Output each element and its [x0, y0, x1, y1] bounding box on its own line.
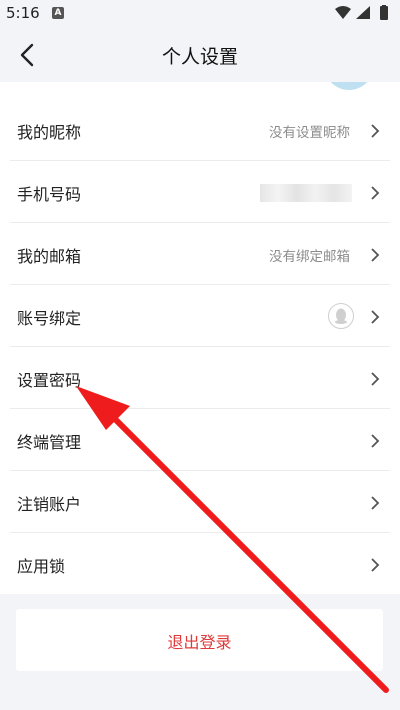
battery-icon: [380, 6, 388, 20]
chevron-right-icon: [371, 558, 380, 572]
signal-icon: [356, 6, 370, 19]
row-label: 我的邮箱: [17, 247, 82, 266]
row-label: 应用锁: [17, 557, 66, 576]
row-set-password[interactable]: 设置密码: [0, 348, 400, 409]
status-icons: [335, 5, 388, 20]
row-phone[interactable]: 手机号码: [0, 162, 400, 223]
chevron-right-icon: [371, 310, 380, 324]
logout-label: 退出登录: [167, 633, 232, 652]
row-device-management[interactable]: 终端管理: [0, 410, 400, 471]
avatar[interactable]: [324, 82, 374, 90]
row-label: 手机号码: [17, 185, 82, 204]
status-bar: 5:16 A: [0, 0, 400, 26]
phone-number-redacted: [260, 184, 352, 202]
logout-button[interactable]: 退出登录: [16, 609, 383, 671]
row-label: 我的昵称: [17, 123, 82, 142]
divider: [10, 284, 390, 285]
row-nickname[interactable]: 我的昵称 没有设置昵称: [0, 100, 400, 161]
settings-list: 我的昵称 没有设置昵称 手机号码 我的邮箱 没有绑定邮箱 账号绑定 设置密码 终…: [0, 82, 400, 594]
page-title: 个人设置: [161, 46, 238, 68]
divider: [10, 532, 390, 533]
divider: [10, 470, 390, 471]
row-label: 设置密码: [17, 371, 82, 390]
row-value: 没有绑定邮箱: [269, 249, 350, 265]
row-account-binding[interactable]: 账号绑定: [0, 286, 400, 347]
notification-badge: A: [52, 7, 64, 19]
qq-penguin-icon: [328, 303, 354, 329]
row-delete-account[interactable]: 注销账户: [0, 472, 400, 533]
divider: [10, 160, 390, 161]
row-label: 终端管理: [17, 433, 82, 452]
divider: [10, 408, 390, 409]
chevron-right-icon: [371, 124, 380, 138]
chevron-right-icon: [371, 496, 380, 510]
divider: [10, 346, 390, 347]
chevron-right-icon: [371, 248, 380, 262]
row-label: 注销账户: [17, 495, 82, 514]
row-email[interactable]: 我的邮箱 没有绑定邮箱: [0, 224, 400, 285]
status-time: 5:16: [6, 4, 40, 22]
chevron-right-icon: [371, 186, 380, 200]
row-value: 没有设置昵称: [269, 125, 350, 141]
row-app-lock[interactable]: 应用锁: [0, 534, 400, 594]
divider: [10, 222, 390, 223]
chevron-right-icon: [371, 434, 380, 448]
wifi-icon: [335, 6, 351, 19]
row-label: 账号绑定: [17, 309, 82, 328]
navigation-bar: 个人设置: [0, 26, 400, 82]
chevron-right-icon: [371, 372, 380, 386]
